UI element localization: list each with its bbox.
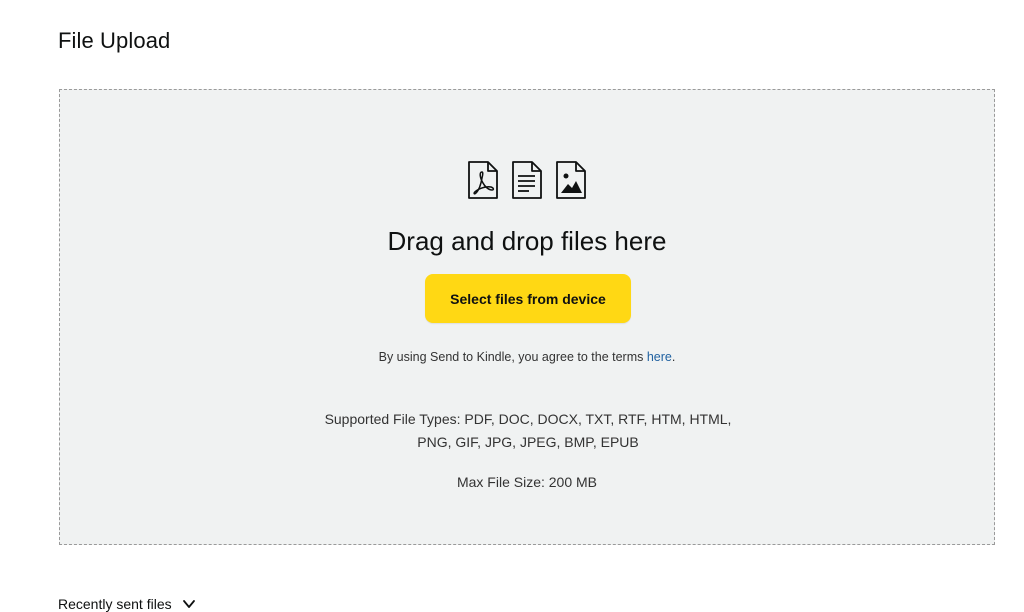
terms-link[interactable]: here (647, 350, 672, 364)
file-dropzone[interactable]: Drag and drop files here Select files fr… (59, 89, 995, 545)
terms-text: By using Send to Kindle, you agree to th… (378, 350, 647, 364)
terms-end: . (671, 350, 676, 364)
max-file-size: Max File Size: 200 MB (456, 474, 598, 490)
dropzone-headline: Drag and drop files here (387, 226, 667, 256)
supported-file-types: Supported File Types: PDF, DOC, DOCX, TX… (324, 411, 732, 450)
recent-files-toggle[interactable]: Recently sent files (58, 596, 196, 612)
file-type-icons (60, 160, 994, 200)
recent-files-label: Recently sent files (58, 596, 172, 612)
document-file-icon (512, 161, 542, 199)
image-file-icon (556, 161, 586, 199)
chevron-down-icon (182, 600, 195, 608)
select-files-button[interactable]: Select files from device (425, 274, 631, 323)
pdf-file-icon (468, 161, 498, 199)
terms-notice: By using Send to Kindle, you agree to th… (60, 350, 994, 364)
page-title: File Upload (58, 28, 171, 53)
